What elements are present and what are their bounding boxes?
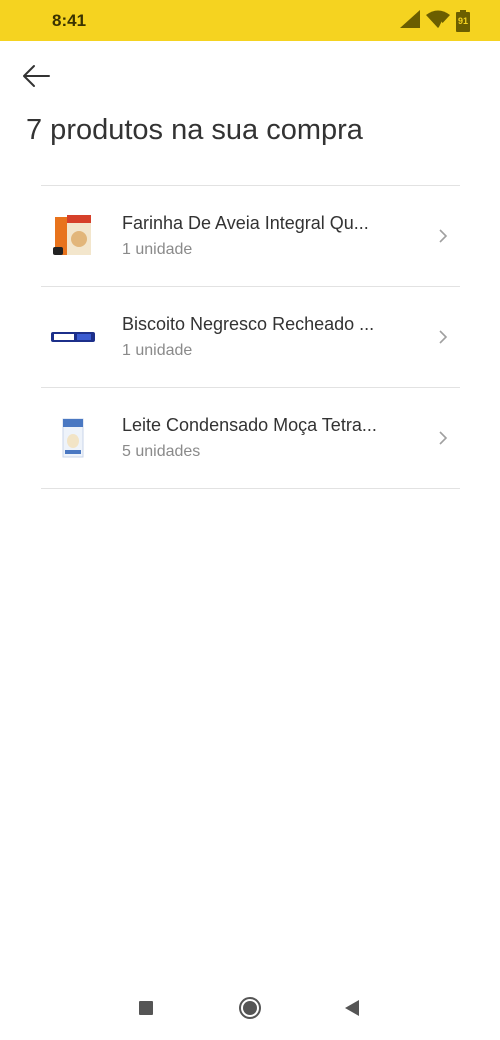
back-button[interactable] (18, 60, 54, 96)
home-button[interactable] (234, 980, 266, 1040)
product-quantity: 1 unidade (122, 241, 193, 258)
product-thumbnail-condensed-milk (49, 414, 97, 462)
product-thumbnail-negresco (49, 313, 97, 361)
product-item-negresco[interactable]: Biscoito Negresco Recheado ... 1 unidade (41, 286, 460, 387)
product-quantity: 5 unidades (122, 443, 201, 460)
battery-level: 91 (457, 16, 468, 26)
product-quantity: 1 unidade (122, 342, 193, 359)
status-time: 8:41 (52, 11, 87, 30)
system-back-button[interactable] (336, 980, 368, 1040)
svg-text:▲: ▲ (439, 20, 445, 28)
wifi-icon: ▲ (426, 10, 450, 33)
product-name: Farinha De Aveia Integral Qu... (122, 213, 369, 233)
chevron-right-icon (436, 327, 450, 347)
status-icons: ▲ 91 (400, 9, 470, 33)
product-thumbnail-oat-flour (49, 212, 97, 260)
product-item-farinha[interactable]: Farinha De Aveia Integral Qu... 1 unidad… (41, 185, 460, 286)
arrow-left-icon (21, 64, 51, 93)
home-icon (238, 996, 262, 1025)
chevron-right-icon (436, 226, 450, 246)
product-list: Farinha De Aveia Integral Qu... 1 unidad… (41, 185, 460, 489)
system-nav-bar (0, 980, 500, 1040)
product-name: Leite Condensado Moça Tetra... (122, 415, 377, 435)
recent-apps-icon (138, 1000, 154, 1021)
battery-icon: 91 (456, 10, 470, 32)
back-triangle-icon (344, 999, 360, 1022)
recent-apps-button[interactable] (130, 980, 162, 1040)
chevron-right-icon (436, 428, 450, 448)
product-name: Biscoito Negresco Recheado ... (122, 314, 375, 334)
signal-icon (400, 9, 420, 33)
status-bar: 8:41 ▲ 91 (0, 0, 500, 41)
page-title: 7 produtos na sua compra (26, 114, 363, 146)
product-item-leite-condensado[interactable]: Leite Condensado Moça Tetra... 5 unidade… (41, 387, 460, 489)
